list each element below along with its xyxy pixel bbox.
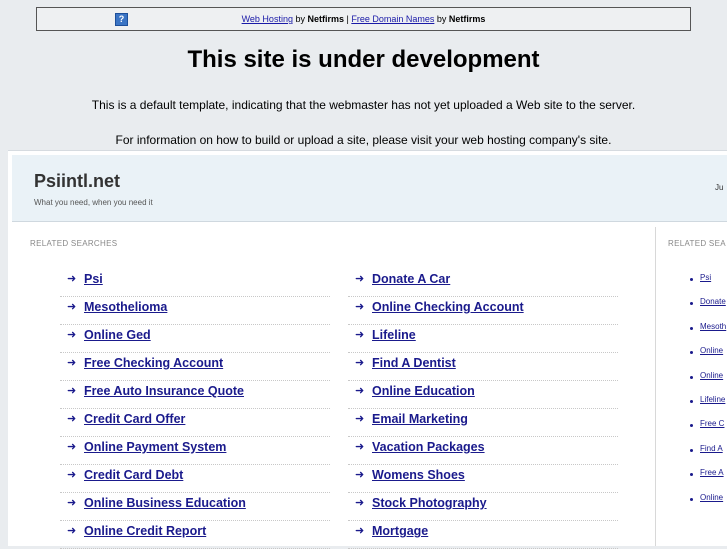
arrow-right-icon: ➜ <box>67 413 77 425</box>
arrow-right-icon: ➜ <box>67 441 77 453</box>
related-searches-label-right: RELATED SEA <box>668 239 726 248</box>
banner-brand: Netfirms <box>448 14 486 24</box>
list-item: ➜ Psi <box>60 269 330 297</box>
related-link[interactable]: Online Business Education <box>84 493 246 513</box>
arrow-right-icon: ➜ <box>67 469 77 481</box>
list-item: ➜ Email Marketing <box>348 409 618 437</box>
sidebar-related-link[interactable]: Lifeline <box>700 395 725 404</box>
sidebar-related-link[interactable]: Online <box>700 493 723 502</box>
column-divider <box>655 227 656 546</box>
related-list-right: ➜ Donate A Car ➜ Online Checking Account ➜… <box>348 269 618 549</box>
related-link[interactable]: Email Marketing <box>372 409 468 429</box>
arrow-right-icon: ➜ <box>355 441 365 453</box>
site-header: Psiintl.net What you need, when you need… <box>12 155 727 222</box>
related-link[interactable]: Find A Dentist <box>372 353 456 373</box>
related-link[interactable]: Lifeline <box>372 325 416 345</box>
page-heading: This site is under development <box>187 46 540 73</box>
bullet-icon <box>690 497 693 501</box>
related-link[interactable]: Mortgage <box>372 521 428 541</box>
arrow-right-icon: ➜ <box>355 273 365 285</box>
arrow-right-icon: ➜ <box>67 273 77 285</box>
top-banner: ? Web Hosting by Netfirms | Free Domain … <box>36 7 691 31</box>
related-link[interactable]: Psi <box>84 269 103 289</box>
banner-by-text: by <box>434 14 449 24</box>
bullet-icon <box>690 326 693 330</box>
related-link[interactable]: Donate A Car <box>372 269 450 289</box>
related-list-left: ➜ Psi ➜ Mesothelioma ➜ Online Ged ➜ Free Che… <box>60 269 330 549</box>
help-icon[interactable]: ? <box>115 13 128 26</box>
arrow-right-icon: ➜ <box>355 357 365 369</box>
related-link[interactable]: Online Payment System <box>84 437 226 457</box>
list-item: ➜ Free Auto Insurance Quote <box>60 381 330 409</box>
sidebar-related-link[interactable]: Find A <box>700 444 723 453</box>
list-item: ➜ Online Business Education <box>60 493 330 521</box>
related-link[interactable]: Online Ged <box>84 325 151 345</box>
arrow-right-icon: ➜ <box>355 329 365 341</box>
list-item: ➜ Mesothelioma <box>60 297 330 325</box>
related-link[interactable]: Vacation Packages <box>372 437 485 457</box>
sidebar-related-link[interactable]: Donate <box>700 297 726 306</box>
arrow-right-icon: ➜ <box>355 469 365 481</box>
related-link[interactable]: Free Auto Insurance Quote <box>84 381 244 401</box>
list-item: ➜ Free Checking Account <box>60 353 330 381</box>
site-tagline: What you need, when you need it <box>34 198 153 207</box>
list-item: ➜ Online Ged <box>60 325 330 353</box>
related-link[interactable]: Free Checking Account <box>84 353 223 373</box>
bullet-icon <box>690 375 693 379</box>
parked-page-frame: Psiintl.net What you need, when you need… <box>8 150 727 549</box>
related-link[interactable]: Online Checking Account <box>372 297 524 317</box>
arrow-right-icon: ➜ <box>355 497 365 509</box>
arrow-right-icon: ➜ <box>67 329 77 341</box>
related-link[interactable]: Stock Photography <box>372 493 487 513</box>
intro-text: This is a default template, indicating t… <box>91 98 636 112</box>
banner-brand: Netfirms <box>307 14 344 24</box>
list-item: ➜ Donate A Car <box>348 269 618 297</box>
arrow-right-icon: ➜ <box>67 497 77 509</box>
list-item: ➜ Credit Card Offer <box>60 409 330 437</box>
bullet-icon <box>690 473 693 477</box>
arrow-right-icon: ➜ <box>355 385 365 397</box>
bullet-icon <box>690 302 693 306</box>
list-item: ➜ Vacation Packages <box>348 437 618 465</box>
site-title: Psiintl.net <box>34 171 121 191</box>
arrow-right-icon: ➜ <box>355 301 365 313</box>
bullet-icon <box>690 351 693 355</box>
related-link[interactable]: Credit Card Debt <box>84 465 183 485</box>
related-link[interactable]: Womens Shoes <box>372 465 465 485</box>
arrow-right-icon: ➜ <box>67 385 77 397</box>
bullet-icon <box>690 278 693 281</box>
list-item: ➜ Stock Photography <box>348 493 618 521</box>
list-item: ➜ Lifeline <box>348 325 618 353</box>
related-searches-label: RELATED SEARCHES <box>30 239 118 248</box>
free-domain-names-link[interactable]: Free Domain Names <box>351 14 434 24</box>
sidebar-related-link[interactable]: Online <box>700 346 723 355</box>
list-item: ➜ Credit Card Debt <box>60 465 330 493</box>
related-link[interactable]: Credit Card Offer <box>84 409 185 429</box>
info-text: For information on how to build or uploa… <box>115 133 612 147</box>
related-link[interactable]: Online Education <box>372 381 475 401</box>
list-item: ➜ Find A Dentist <box>348 353 618 381</box>
sidebar-related-link[interactable]: Free A <box>700 468 724 477</box>
list-item: ➜ Online Checking Account <box>348 297 618 325</box>
web-hosting-link[interactable]: Web Hosting <box>242 14 293 24</box>
sidebar-related-link[interactable]: Psi <box>700 273 711 282</box>
sidebar-related-link[interactable]: Free C <box>700 419 724 428</box>
arrow-right-icon: ➜ <box>67 301 77 313</box>
arrow-right-icon: ➜ <box>355 413 365 425</box>
related-link[interactable]: Online Credit Report <box>84 521 206 541</box>
bullet-icon <box>690 448 693 452</box>
sidebar-related-link[interactable]: Mesoth <box>700 322 726 331</box>
bullet-icon <box>690 399 693 403</box>
bullet-icon <box>690 424 693 428</box>
arrow-right-icon: ➜ <box>67 357 77 369</box>
banner-by-text: by <box>292 14 308 24</box>
related-link[interactable]: Mesothelioma <box>84 297 167 317</box>
list-item: ➜ Online Payment System <box>60 437 330 465</box>
sidebar-related-link[interactable]: Online <box>700 371 723 380</box>
list-item: ➜ Womens Shoes <box>348 465 618 493</box>
header-right-text: Ju <box>715 183 724 192</box>
arrow-right-icon: ➜ <box>67 525 77 537</box>
arrow-right-icon: ➜ <box>355 525 365 537</box>
list-item: ➜ Online Education <box>348 381 618 409</box>
